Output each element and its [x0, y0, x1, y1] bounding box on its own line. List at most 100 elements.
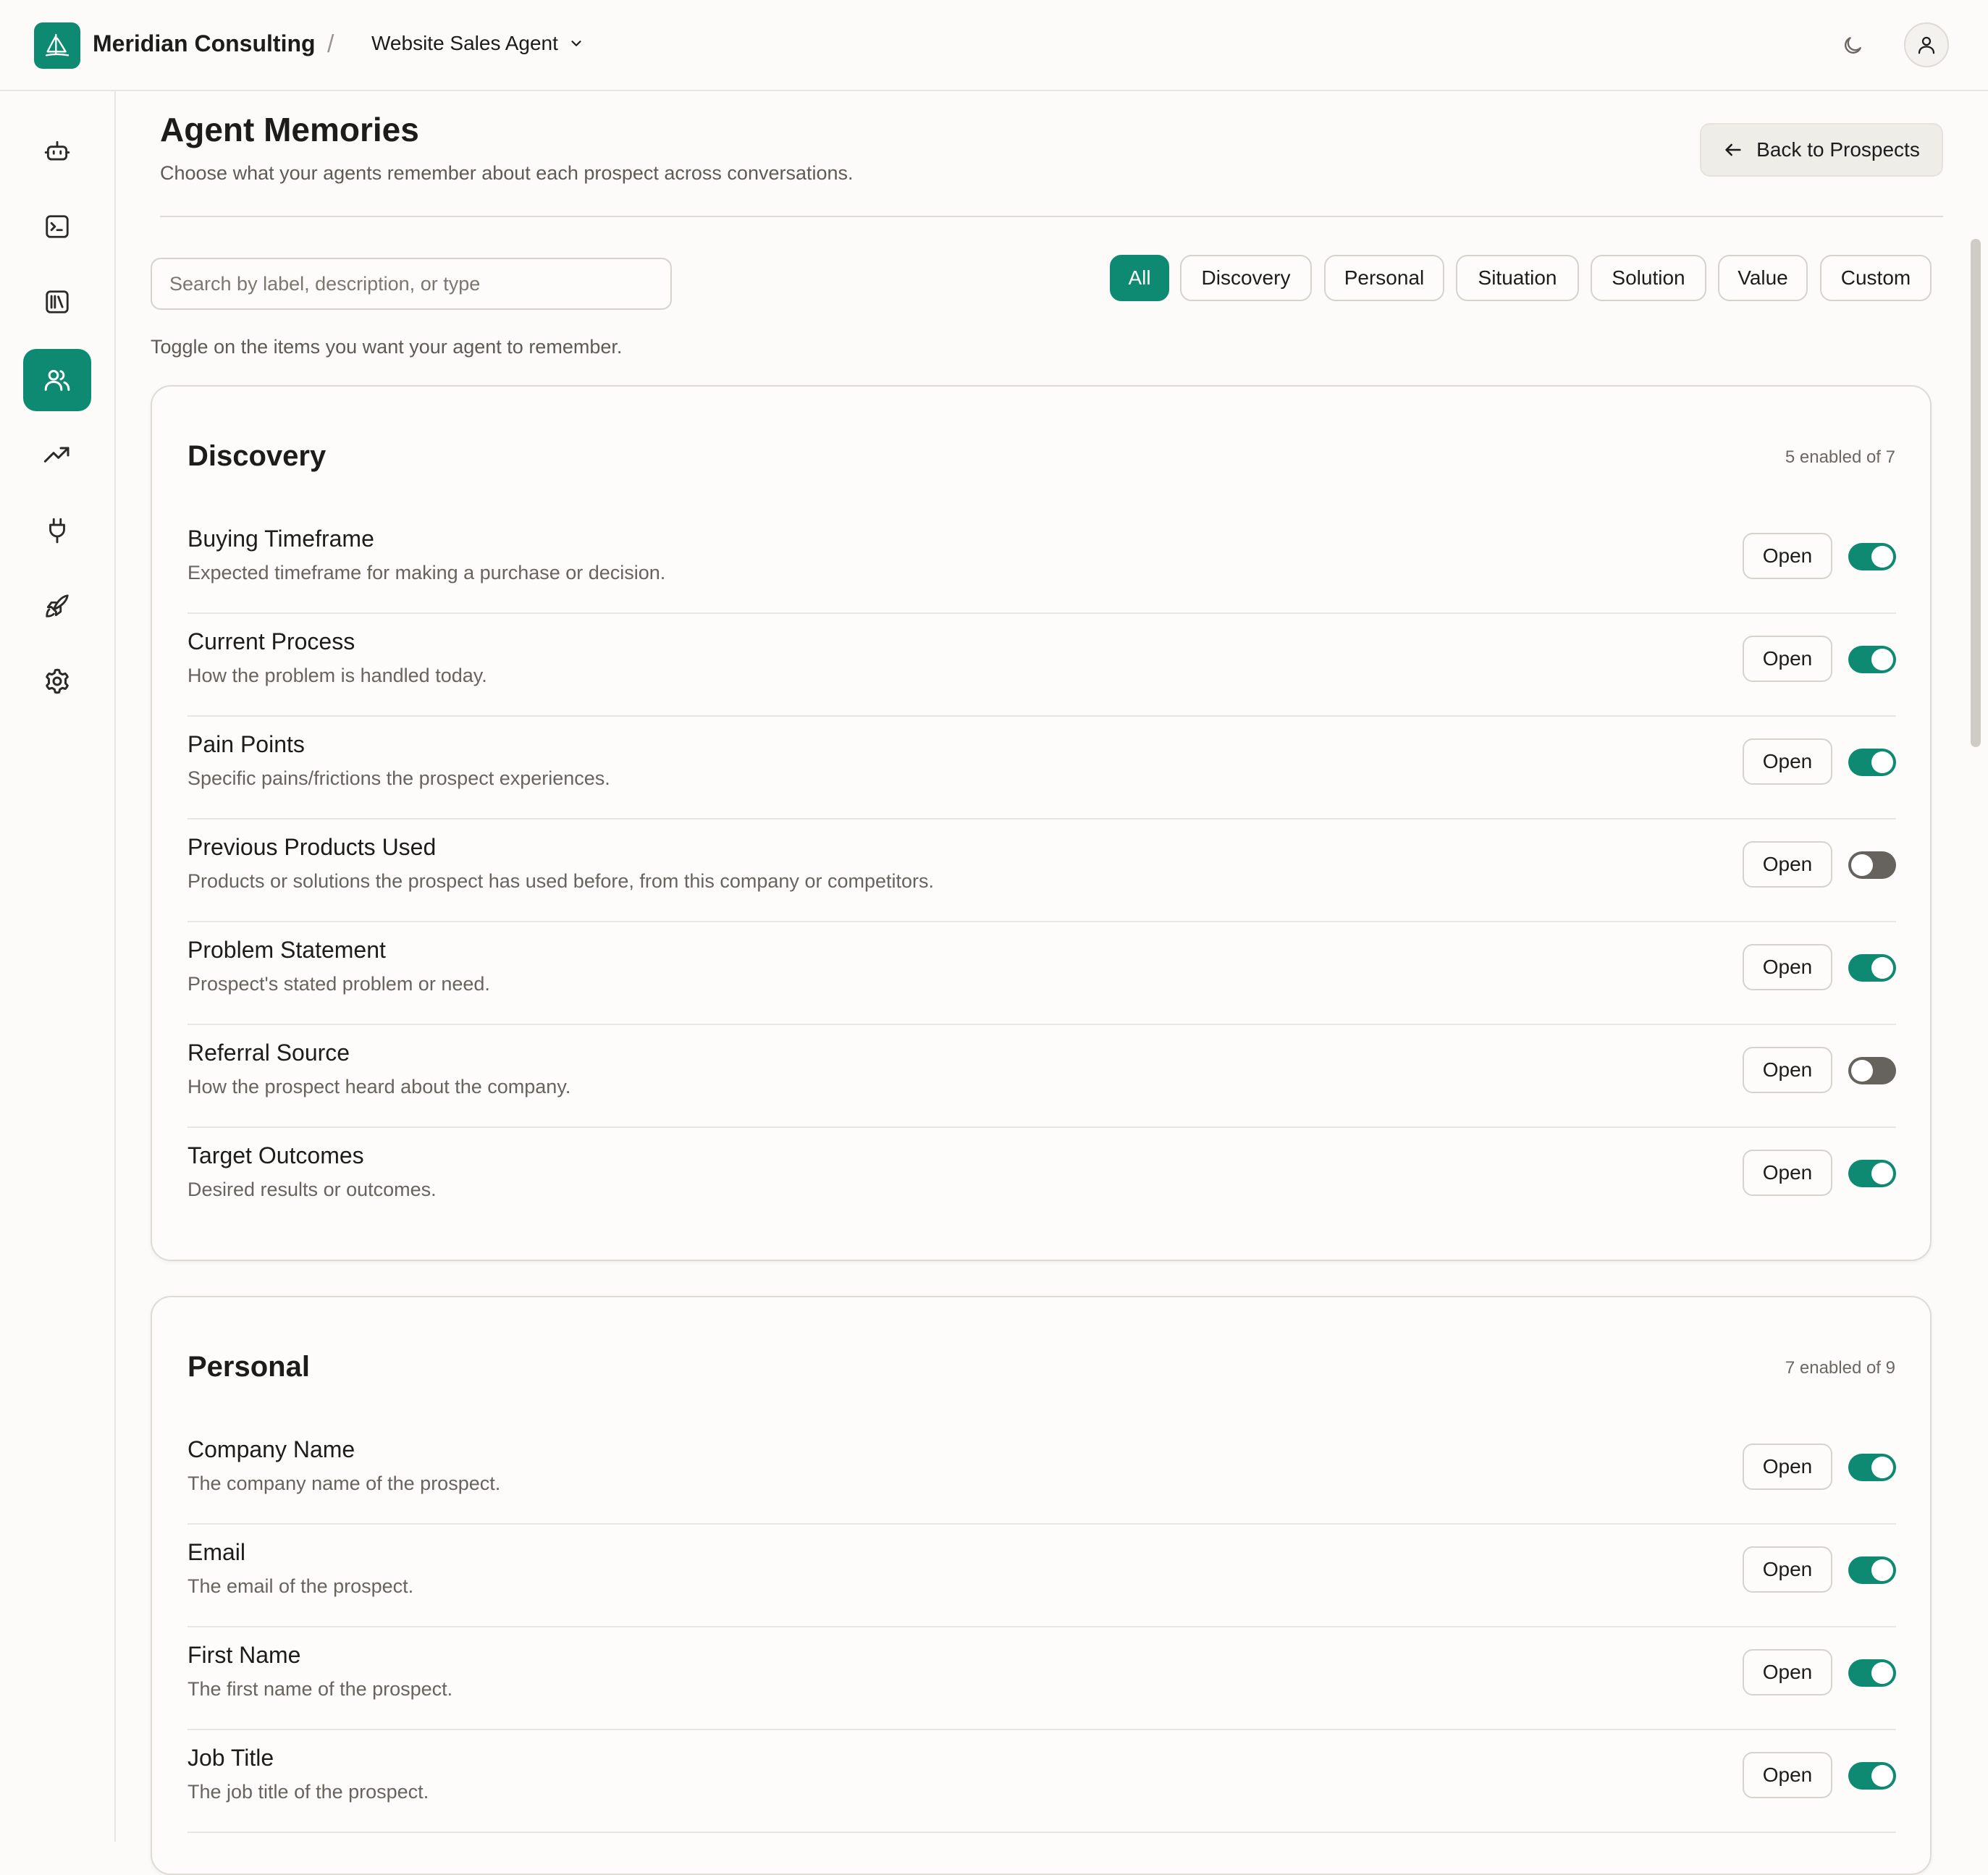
memory-item-description: The first name of the prospect. [188, 1678, 453, 1700]
filter-discovery[interactable]: Discovery [1180, 255, 1312, 301]
memory-item-label: Previous Products Used [188, 834, 437, 860]
agent-name: Website Sales Agent [371, 32, 558, 54]
toggle-knob [1871, 751, 1893, 773]
terminal-icon [46, 215, 69, 238]
enable-toggle[interactable] [1848, 1160, 1896, 1187]
memory-item-row: Pain Points Specific pains/frictions the… [188, 717, 1896, 819]
sidebar [0, 91, 116, 1842]
toggle-knob [1851, 854, 1873, 876]
memory-item-description: How the prospect heard about the company… [188, 1076, 571, 1097]
memory-item-label: Referral Source [188, 1040, 350, 1066]
enable-toggle[interactable] [1848, 954, 1896, 982]
memory-item-description: Prospect's stated problem or need. [188, 973, 490, 995]
sidebar-item-console[interactable] [23, 195, 91, 258]
memory-item-row: Current Process How the problem is handl… [188, 614, 1896, 717]
memory-item-row: Problem Statement Prospect's stated prob… [188, 922, 1896, 1025]
moon-icon [1845, 37, 1861, 54]
toggle-knob [1871, 649, 1893, 670]
memory-item-label: Problem Statement [188, 937, 386, 963]
plug-icon [49, 518, 65, 544]
org-name[interactable]: Meridian Consulting [93, 30, 316, 57]
open-button[interactable]: Open [1743, 533, 1832, 579]
sidebar-item-library[interactable] [23, 271, 91, 333]
memory-item-description: The email of the prospect. [188, 1575, 414, 1597]
filter-situation[interactable]: Situation [1456, 255, 1579, 301]
toggle-hint: Toggle on the items you want your agent … [151, 336, 623, 358]
library-icon [46, 290, 69, 313]
gear-icon [46, 668, 69, 694]
user-icon [1918, 36, 1935, 54]
scrollbar[interactable] [1971, 239, 1981, 747]
memory-item-description: The company name of the prospect. [188, 1472, 501, 1494]
trending-up-icon [43, 447, 70, 463]
open-button[interactable]: Open [1743, 1047, 1832, 1093]
memory-item-row: Referral Source How the prospect heard a… [188, 1025, 1896, 1128]
back-to-prospects-button[interactable]: Back to Prospects [1700, 123, 1943, 177]
theme-toggle-button[interactable] [1836, 29, 1869, 62]
memory-item-description: The job title of the prospect. [188, 1781, 429, 1803]
agent-switcher[interactable]: Website Sales Agent [371, 32, 584, 55]
open-button[interactable]: Open [1743, 1649, 1832, 1695]
sidebar-item-agents[interactable] [23, 120, 91, 182]
enable-toggle[interactable] [1848, 543, 1896, 570]
group-enabled-count: 5 enabled of 7 [1785, 447, 1895, 467]
memory-item-label: Current Process [188, 628, 355, 654]
sailboat-logo-icon[interactable] [34, 22, 80, 69]
open-button[interactable]: Open [1743, 1546, 1832, 1593]
toggle-knob [1871, 546, 1893, 568]
sidebar-item-integrations[interactable] [23, 500, 91, 562]
toggle-knob [1871, 1559, 1893, 1581]
enable-toggle[interactable] [1848, 851, 1896, 879]
enable-toggle[interactable] [1848, 1454, 1896, 1481]
memory-item-description: Expected timeframe for making a purchase… [188, 562, 666, 583]
filter-all[interactable]: All [1110, 255, 1169, 301]
memory-item-label: Job Title [188, 1745, 274, 1771]
open-button[interactable]: Open [1743, 1444, 1832, 1490]
enable-toggle[interactable] [1848, 1556, 1896, 1584]
header-divider [160, 216, 1943, 217]
group-title: Discovery [188, 440, 327, 472]
sidebar-item-deploy[interactable] [23, 575, 91, 637]
open-button[interactable]: Open [1743, 636, 1832, 682]
page-subtitle: Choose what your agents remember about e… [160, 162, 854, 184]
sidebar-item-settings[interactable] [23, 650, 91, 712]
enable-toggle[interactable] [1848, 646, 1896, 673]
memory-item-row: Target Outcomes Desired results or outco… [188, 1128, 1896, 1231]
memory-item-description: Desired results or outcomes. [188, 1179, 437, 1200]
memory-item-row: Job Title The job title of the prospect.… [188, 1730, 1896, 1833]
open-button[interactable]: Open [1743, 944, 1832, 990]
page-title: Agent Memories [160, 111, 419, 148]
memory-item-row: Email The email of the prospect. Open [188, 1525, 1896, 1627]
memory-item-label: Company Name [188, 1436, 355, 1462]
user-avatar-button[interactable] [1904, 22, 1949, 67]
memory-item-description: How the problem is handled today. [188, 665, 487, 686]
sidebar-item-prospects[interactable] [23, 349, 91, 411]
breadcrumb-separator: / [327, 30, 334, 58]
back-to-prospects-label: Back to Prospects [1756, 138, 1920, 161]
toggle-knob [1871, 1765, 1893, 1787]
memory-item-label: Email [188, 1539, 246, 1565]
memory-item-label: First Name [188, 1642, 301, 1668]
sidebar-item-analytics[interactable] [23, 424, 91, 486]
open-button[interactable]: Open [1743, 841, 1832, 888]
memory-item-label: Pain Points [188, 731, 305, 757]
toggle-knob [1871, 1163, 1893, 1184]
open-button[interactable]: Open [1743, 738, 1832, 785]
open-button[interactable]: Open [1743, 1752, 1832, 1798]
enable-toggle[interactable] [1848, 1762, 1896, 1790]
group-enabled-count: 7 enabled of 9 [1785, 1358, 1895, 1378]
bot-icon [44, 140, 70, 161]
enable-toggle[interactable] [1848, 1659, 1896, 1687]
enable-toggle[interactable] [1848, 749, 1896, 776]
rocket-icon [46, 594, 69, 618]
filter-solution[interactable]: Solution [1591, 255, 1706, 301]
filter-custom[interactable]: Custom [1820, 255, 1932, 301]
filter-personal[interactable]: Personal [1324, 255, 1444, 301]
filter-value[interactable]: Value [1718, 255, 1808, 301]
open-button[interactable]: Open [1743, 1150, 1832, 1196]
arrow-left-icon [1725, 143, 1741, 156]
enable-toggle[interactable] [1848, 1057, 1896, 1084]
memory-item-label: Target Outcomes [188, 1142, 364, 1168]
search-input[interactable] [151, 258, 672, 310]
memory-item-row: Company Name The company name of the pro… [188, 1422, 1896, 1525]
